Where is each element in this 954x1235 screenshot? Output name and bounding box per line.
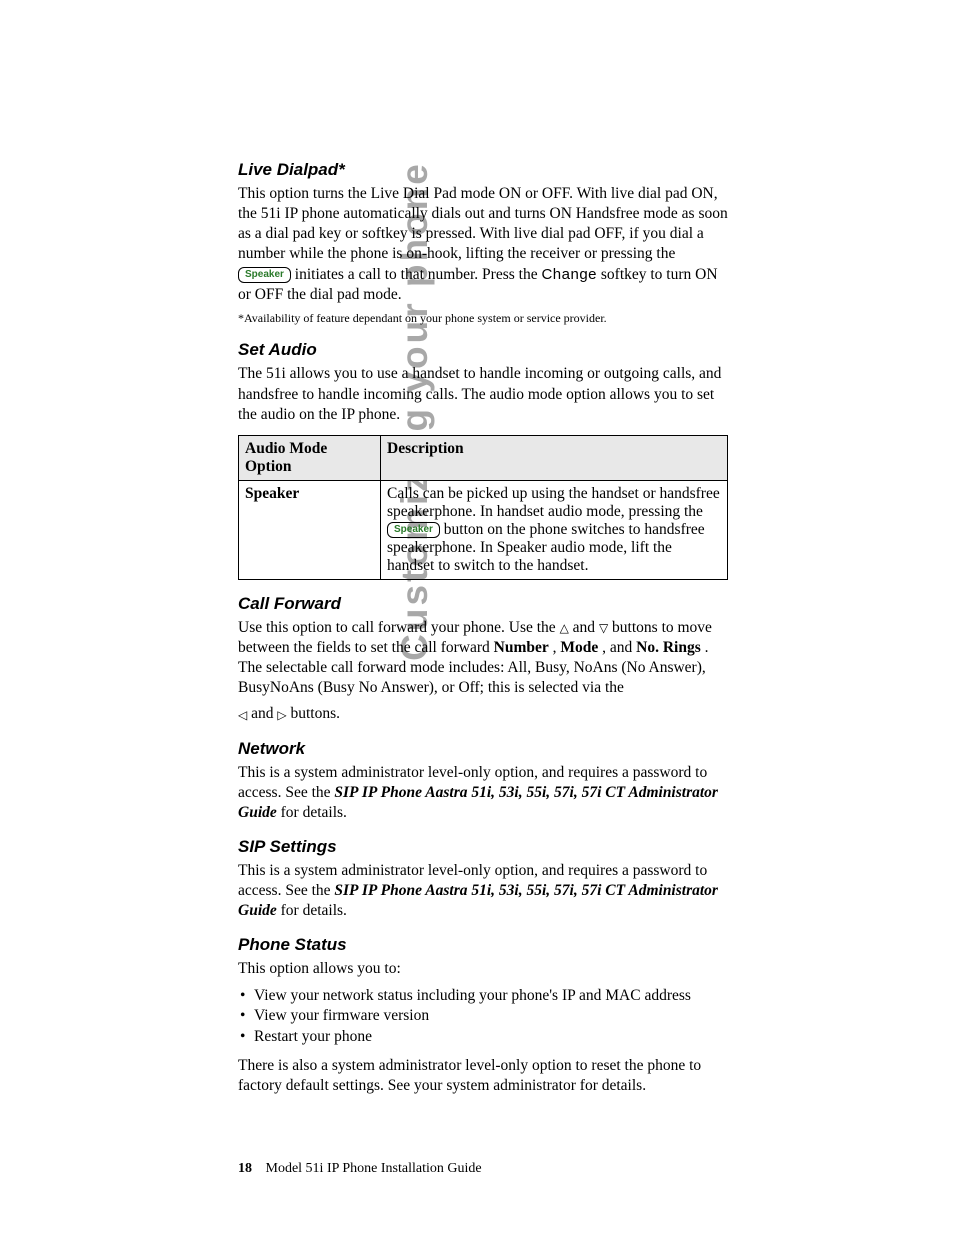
page-number: 18 <box>238 1161 252 1176</box>
field-no-rings: No. Rings <box>636 639 701 656</box>
set-audio-intro: The 51i allows you to use a handset to h… <box>238 364 728 424</box>
heading-call-forward: Call Forward <box>238 594 728 614</box>
text: initiates a call to that number. Press t… <box>295 266 542 283</box>
field-number: Number <box>494 639 549 656</box>
speaker-button-icon: Speaker <box>238 267 291 283</box>
table-header-row: Audio Mode Option Description <box>239 435 728 480</box>
phone-status-outro: There is also a system administrator lev… <box>238 1056 728 1096</box>
text: This option turns the Live Dial Pad mode… <box>238 185 728 262</box>
heading-phone-status: Phone Status <box>238 935 728 955</box>
col-header-option: Audio Mode Option <box>239 435 381 480</box>
audio-mode-table: Audio Mode Option Description Speaker Ca… <box>238 435 728 580</box>
text: and <box>573 619 599 636</box>
text: for details. <box>281 804 347 821</box>
text: Use this option to call forward your pho… <box>238 619 560 636</box>
right-arrow-icon: ▷ <box>277 709 286 721</box>
live-dialpad-paragraph: This option turns the Live Dial Pad mode… <box>238 184 728 305</box>
cell-description: Calls can be picked up using the handset… <box>381 480 728 579</box>
live-dialpad-footnote: *Availability of feature dependant on yo… <box>238 311 728 327</box>
page-content: Live Dialpad* This option turns the Live… <box>238 160 728 1103</box>
phone-status-list: View your network status including your … <box>238 986 728 1049</box>
heading-live-dialpad: Live Dialpad* <box>238 160 728 180</box>
text: Calls can be picked up using the handset… <box>387 485 720 520</box>
heading-sip-settings: SIP Settings <box>238 837 728 857</box>
up-arrow-icon: △ <box>560 622 569 634</box>
left-arrow-icon: ◁ <box>238 709 247 721</box>
change-softkey-label: Change <box>541 266 597 283</box>
field-mode: Mode <box>560 639 598 656</box>
phone-status-intro: This option allows you to: <box>238 959 728 979</box>
page-footer: 18 Model 51i IP Phone Installation Guide <box>238 1161 482 1177</box>
text: , and <box>602 639 636 656</box>
list-item: View your network status including your … <box>238 986 728 1007</box>
footer-title: Model 51i IP Phone Installation Guide <box>266 1161 482 1176</box>
down-arrow-icon: ▽ <box>599 622 608 634</box>
sip-paragraph: This is a system administrator level-onl… <box>238 861 728 921</box>
call-forward-paragraph-1: Use this option to call forward your pho… <box>238 618 728 699</box>
text: buttons. <box>290 705 340 722</box>
heading-set-audio: Set Audio <box>238 340 728 360</box>
list-item: View your firmware version <box>238 1006 728 1027</box>
text: and <box>251 705 277 722</box>
list-item: Restart your phone <box>238 1027 728 1048</box>
speaker-button-icon: Speaker <box>387 522 440 538</box>
text: for details. <box>281 902 347 919</box>
network-paragraph: This is a system administrator level-onl… <box>238 763 728 823</box>
col-header-description: Description <box>381 435 728 480</box>
call-forward-paragraph-2: ◁ and ▷ buttons. <box>238 704 728 724</box>
cell-option: Speaker <box>239 480 381 579</box>
heading-network: Network <box>238 739 728 759</box>
table-row: Speaker Calls can be picked up using the… <box>239 480 728 579</box>
